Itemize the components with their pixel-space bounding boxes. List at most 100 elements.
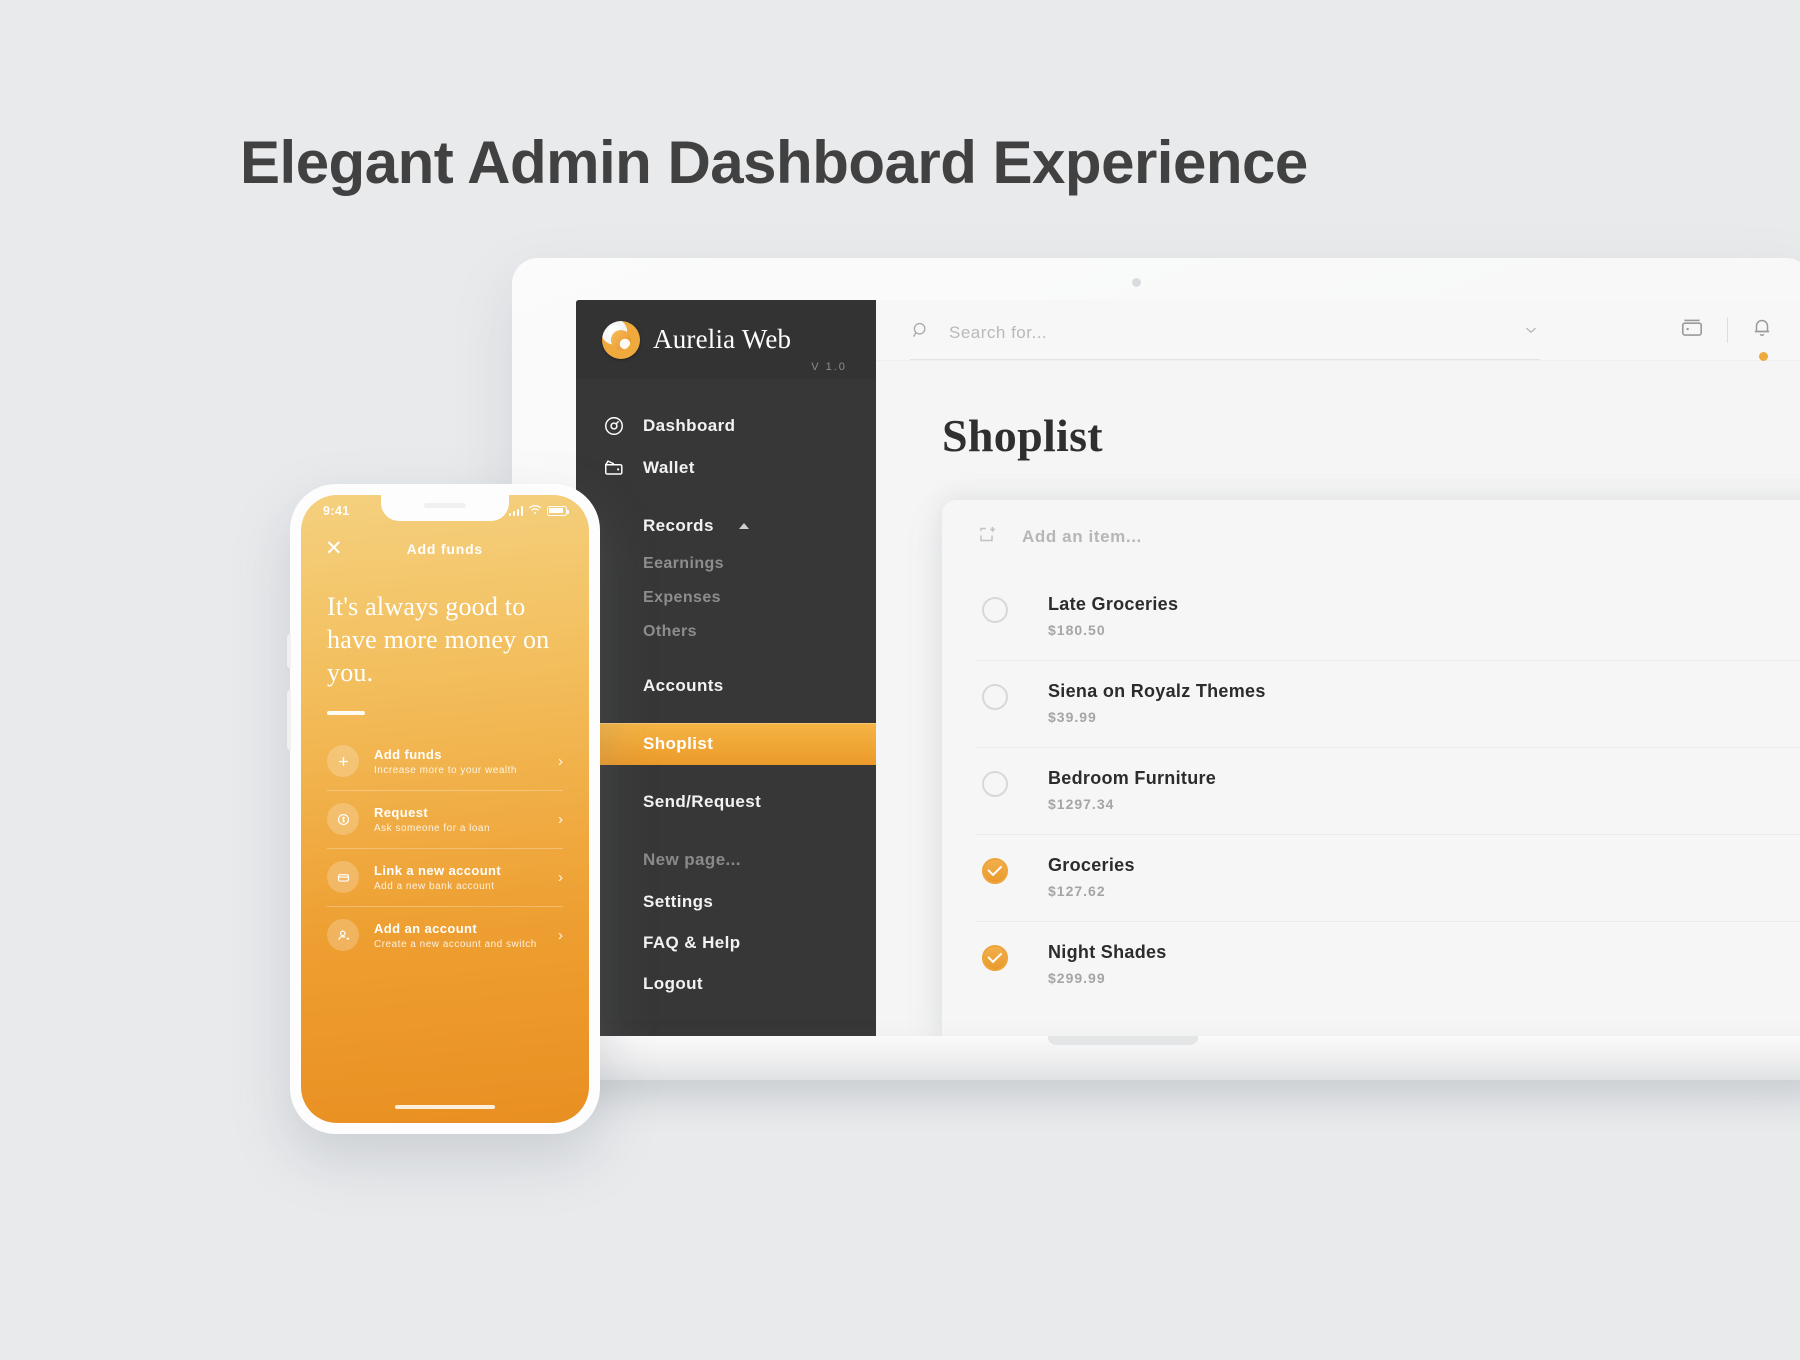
- checkbox-icon[interactable]: [982, 684, 1008, 710]
- wallet-icon: [602, 456, 626, 480]
- add-item-placeholder: Add an item...: [1022, 527, 1142, 546]
- phone-header: ✕ Add funds: [301, 518, 589, 559]
- new-page-icon: [602, 848, 626, 872]
- logout-icon: [602, 972, 626, 996]
- brand-version: V 1.0: [811, 361, 847, 373]
- row-title: Add funds: [374, 746, 442, 762]
- checkbox-icon[interactable]: [982, 597, 1008, 623]
- chevron-right-icon: ›: [558, 868, 563, 886]
- sidebar-item-shoplist[interactable]: Shoplist: [576, 723, 876, 765]
- item-price: $1297.34: [1048, 796, 1115, 812]
- sidebar-nav: Dashboard Wallet Records Eearnings Expen…: [576, 379, 876, 881]
- chevron-down-icon[interactable]: [1522, 321, 1540, 344]
- sidebar-item-label: Logout: [643, 973, 703, 993]
- main-panel: Shoplist Add an item...: [876, 300, 1800, 1038]
- phone-notch: [381, 495, 509, 521]
- sidebar-item-label: Eearnings: [643, 555, 724, 572]
- row-title: Add an account: [374, 920, 478, 936]
- row-subtitle: Create a new account and switch: [374, 938, 537, 950]
- page-heading: Shoplist: [942, 410, 1103, 461]
- phone-row-add-funds[interactable]: Add funds Increase more to your wealth ›: [327, 733, 563, 792]
- sidebar-item-expenses[interactable]: Expenses: [576, 581, 876, 615]
- item-price: $180.50: [1048, 622, 1106, 638]
- checkbox-checked-icon[interactable]: [982, 945, 1008, 971]
- card-icon[interactable]: [1679, 315, 1705, 346]
- accounts-icon: [602, 674, 626, 698]
- divider: [1727, 317, 1728, 343]
- item-price: $127.62: [1048, 883, 1106, 899]
- sidebar-item-new-page[interactable]: New page...: [576, 839, 876, 881]
- user-plus-icon: [327, 919, 359, 952]
- brand-name: Aurelia Web: [653, 324, 792, 354]
- phone-row-add-account[interactable]: Add an account Create a new account and …: [327, 907, 563, 964]
- add-item-row[interactable]: Add an item...: [942, 500, 1800, 574]
- phone-home-indicator: [395, 1105, 495, 1109]
- item-name: Late Groceries: [1048, 594, 1179, 614]
- chevron-up-icon: [738, 523, 749, 529]
- item-name: Bedroom Furniture: [1048, 768, 1217, 788]
- row-title: Request: [374, 804, 429, 820]
- list-item[interactable]: Groceries $127.62: [976, 835, 1800, 922]
- sidebar-nav-bottom: Settings FAQ & Help Logout: [576, 881, 876, 1038]
- shoplist-icon: [602, 732, 626, 756]
- coin-icon: [327, 803, 359, 836]
- sidebar-item-eearnings[interactable]: Eearnings: [576, 547, 876, 581]
- item-name: Siena on Royalz Themes: [1048, 681, 1266, 701]
- phone-mute-button[interactable]: [287, 634, 291, 668]
- sidebar-item-label: Send/Request: [643, 792, 762, 811]
- sidebar-item-label: Wallet: [643, 458, 695, 477]
- phone-row-request[interactable]: Request Ask someone for a loan ›: [327, 791, 563, 850]
- signal-icon: [508, 506, 523, 516]
- sidebar-item-faq-help[interactable]: FAQ & Help: [576, 922, 876, 963]
- records-icon: [602, 514, 626, 538]
- sidebar-item-accounts[interactable]: Accounts: [576, 665, 876, 707]
- list-item[interactable]: Night Shades $299.99: [976, 922, 1800, 1008]
- search-input[interactable]: [949, 322, 1504, 343]
- dashboard-icon: [602, 414, 626, 438]
- sidebar-item-label: New page...: [643, 850, 741, 869]
- brand[interactable]: Aurelia Web V 1.0: [576, 300, 876, 379]
- list-item[interactable]: Siena on Royalz Themes $39.99: [976, 661, 1800, 748]
- add-item-icon: [976, 523, 1000, 552]
- list-item[interactable]: Late Groceries $180.50: [976, 574, 1800, 661]
- row-title: Link a new account: [374, 862, 502, 878]
- bell-icon[interactable]: [1750, 315, 1774, 361]
- phone-action-list: Add funds Increase more to your wealth ›…: [301, 715, 589, 964]
- laptop-mockup: Aurelia Web V 1.0 Dashboard Wallet Recor…: [512, 258, 1800, 1038]
- item-price: $299.99: [1048, 970, 1106, 986]
- close-icon[interactable]: ✕: [325, 538, 343, 559]
- wifi-icon: [528, 504, 542, 518]
- app-logo-icon: [602, 320, 640, 359]
- list-item[interactable]: Bedroom Furniture $1297.34: [976, 748, 1800, 835]
- sidebar-item-label: Records: [643, 516, 714, 535]
- help-icon: [602, 931, 626, 955]
- sidebar-item-label: Others: [643, 623, 697, 640]
- row-subtitle: Add a new bank account: [374, 880, 495, 892]
- item-price: $39.99: [1048, 709, 1097, 725]
- row-subtitle: Ask someone for a loan: [374, 822, 491, 834]
- content-area: Shoplist Add an item... Late Groceries $…: [876, 361, 1800, 1038]
- checkbox-checked-icon[interactable]: [982, 858, 1008, 884]
- sidebar-item-logout[interactable]: Logout: [576, 963, 876, 1004]
- item-name: Groceries: [1048, 855, 1135, 875]
- sidebar-item-others[interactable]: Others: [576, 615, 876, 649]
- sidebar-item-label: Expenses: [643, 589, 721, 606]
- sidebar-item-dashboard[interactable]: Dashboard: [576, 405, 876, 447]
- plus-icon: [327, 745, 359, 778]
- row-subtitle: Increase more to your wealth: [374, 764, 517, 776]
- sidebar-item-settings[interactable]: Settings: [576, 881, 876, 922]
- phone-row-link-account[interactable]: Link a new account Add a new bank accoun…: [327, 849, 563, 908]
- search-bar[interactable]: [910, 306, 1540, 360]
- phone-volume-button[interactable]: [287, 690, 291, 750]
- page-title: Elegant Admin Dashboard Experience: [240, 129, 1308, 196]
- laptop-base-notch: [1048, 1036, 1198, 1045]
- sidebar-item-records[interactable]: Records: [576, 505, 876, 547]
- checkbox-icon[interactable]: [982, 771, 1008, 797]
- phone-screen-title: Add funds: [406, 540, 484, 557]
- sidebar-item-send-request[interactable]: Send/Request: [576, 781, 876, 823]
- search-icon: [910, 320, 931, 346]
- phone-mockup: 9:41 ✕ Add funds It's always good to hav…: [287, 484, 600, 1134]
- topbar: [876, 300, 1800, 361]
- chevron-right-icon: ›: [558, 810, 563, 828]
- sidebar-item-wallet[interactable]: Wallet: [576, 447, 876, 489]
